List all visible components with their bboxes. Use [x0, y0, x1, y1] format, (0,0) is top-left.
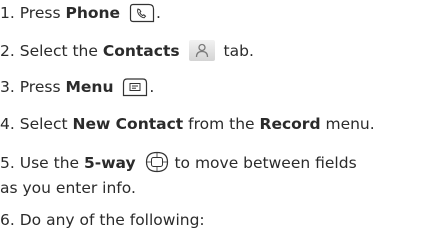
new-contact-label: New Contact — [72, 115, 184, 133]
five-way-navigator-icon — [145, 151, 169, 178]
step-number: 1. — [0, 4, 15, 22]
step-number: 3. — [0, 78, 15, 96]
phone-label: Phone — [65, 4, 121, 22]
contacts-tab-icon — [188, 40, 215, 61]
phone-button-icon — [129, 3, 155, 28]
menu-button-icon — [122, 77, 148, 102]
step-6: 6. Do any of the following: — [0, 211, 205, 229]
five-way-label: 5-way — [83, 154, 136, 172]
step-number: 5. — [0, 154, 15, 172]
step-5-continuation: as you enter info. — [0, 179, 136, 197]
step-number: 6. — [0, 211, 15, 229]
record-label: Record — [259, 115, 321, 133]
menu-label: Menu — [65, 78, 114, 96]
step-number: 4. — [0, 115, 15, 133]
step-3: 3. Press Menu . — [0, 77, 154, 102]
step-number: 2. — [0, 42, 15, 60]
contacts-label: Contacts — [102, 42, 180, 60]
step-1: 1. Press Phone . — [0, 3, 161, 28]
instruction-page: 1. Press Phone . 2. Select the Contacts … — [0, 0, 441, 243]
step-2: 2. Select the Contacts tab. — [0, 40, 254, 61]
step-5: 5. Use the 5-way to move between fields a… — [0, 151, 440, 198]
step-text: Press — [19, 4, 66, 22]
step-4: 4. Select New Contact from the Record me… — [0, 115, 375, 133]
